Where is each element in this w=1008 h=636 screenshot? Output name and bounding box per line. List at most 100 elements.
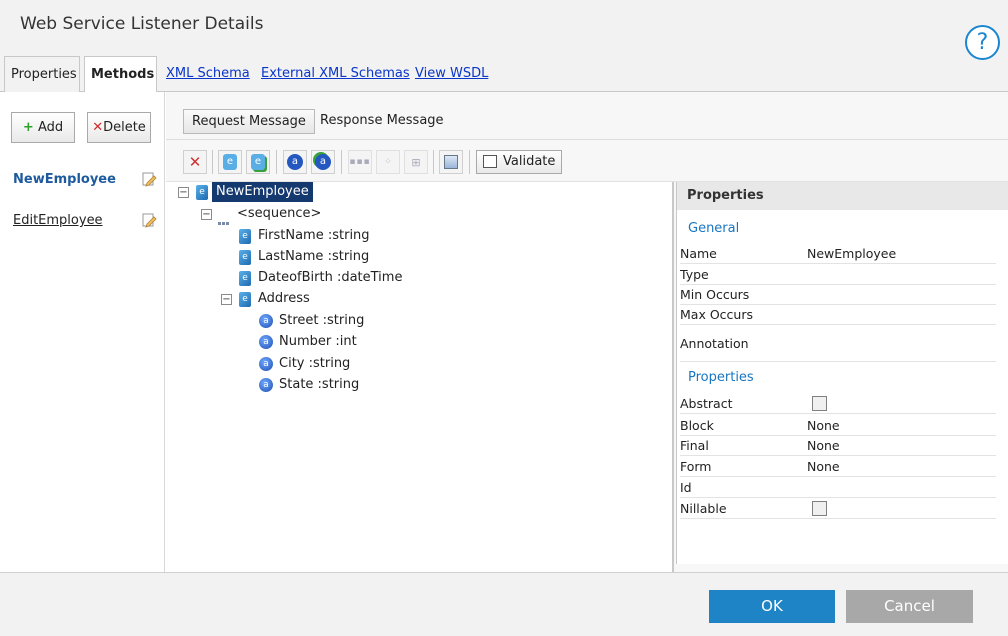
prop-key: Max Occurs bbox=[680, 307, 753, 322]
add-element-icon[interactable]: e bbox=[218, 150, 242, 174]
methods-list-pane: + Add ✕Delete NewEmployee EditEmployee bbox=[0, 92, 165, 572]
element-icon: e bbox=[239, 229, 251, 244]
prop-key: Type bbox=[680, 267, 709, 282]
properties-panel-title: Properties bbox=[677, 182, 1008, 210]
nillable-checkbox[interactable] bbox=[812, 501, 827, 516]
dialog-footer: OK Cancel bbox=[0, 572, 1008, 636]
add-child-attribute-icon[interactable]: a bbox=[311, 150, 335, 174]
collapse-icon[interactable]: − bbox=[221, 294, 232, 305]
tree-node-label: State :string bbox=[279, 377, 360, 392]
add-attribute-icon[interactable]: a bbox=[283, 150, 307, 174]
schema-tree: − e NewEmployee − <sequence> e FirstName… bbox=[166, 182, 674, 572]
prop-value: None bbox=[807, 418, 840, 433]
tab-view-wsdl[interactable]: View WSDL bbox=[409, 56, 494, 92]
plus-icon: + bbox=[22, 120, 34, 135]
abstract-checkbox[interactable] bbox=[812, 396, 827, 411]
message-tabs: Request Message Response Message bbox=[166, 92, 1008, 140]
collapse-icon[interactable]: − bbox=[201, 209, 212, 220]
title-bar: Web Service Listener Details ? bbox=[0, 0, 1008, 60]
delete-x-icon: ✕ bbox=[92, 120, 104, 135]
delete-button[interactable]: ✕Delete bbox=[87, 112, 151, 143]
prop-key: Form bbox=[680, 459, 712, 474]
tree-node-label: City :string bbox=[279, 356, 351, 371]
prop-row-form[interactable]: Form None bbox=[680, 457, 996, 477]
dialog-title: Web Service Listener Details bbox=[20, 14, 264, 34]
prop-key: Abstract bbox=[680, 396, 733, 411]
prop-row-min-occurs[interactable]: Min Occurs bbox=[680, 285, 996, 305]
prop-key: Nillable bbox=[680, 501, 727, 516]
properties-panel: Properties General Name NewEmployee Type … bbox=[676, 182, 1008, 564]
element-icon: e bbox=[239, 292, 251, 307]
prop-row-max-occurs[interactable]: Max Occurs bbox=[680, 305, 996, 325]
tab-request-message[interactable]: Request Message bbox=[183, 109, 315, 134]
element-icon: e bbox=[196, 185, 208, 200]
prop-key: Min Occurs bbox=[680, 287, 750, 302]
tree-node-label: LastName :string bbox=[258, 249, 370, 264]
prop-value: None bbox=[807, 459, 840, 474]
validate-button[interactable]: Validate bbox=[476, 150, 562, 174]
cancel-button[interactable]: Cancel bbox=[846, 590, 973, 623]
validate-icon bbox=[483, 155, 497, 168]
attribute-icon: a bbox=[259, 314, 273, 328]
attribute-icon: a bbox=[259, 378, 273, 392]
prop-row-annotation[interactable]: Annotation bbox=[680, 326, 996, 362]
prop-row-name[interactable]: Name NewEmployee bbox=[680, 244, 996, 264]
tab-external-xml-schemas[interactable]: External XML Schemas bbox=[255, 56, 416, 92]
toolbar-separator bbox=[276, 150, 277, 174]
element-icon: e bbox=[239, 271, 251, 286]
prop-key: Block bbox=[680, 418, 714, 433]
attribute-icon: a bbox=[259, 357, 273, 371]
schema-toolbar: ✕ e e a a ▪▪▪ ⁘ ⊞ Validate bbox=[166, 140, 1008, 182]
section-properties: Properties bbox=[688, 370, 754, 385]
prop-row-abstract[interactable]: Abstract bbox=[680, 394, 996, 414]
tree-node-label: FirstName :string bbox=[258, 228, 370, 243]
add-button[interactable]: + Add bbox=[11, 112, 75, 143]
edit-pencil-icon[interactable] bbox=[141, 171, 157, 187]
prop-value: None bbox=[807, 438, 840, 453]
prop-row-final[interactable]: Final None bbox=[680, 436, 996, 456]
tree-node-label: Address bbox=[258, 291, 310, 306]
collapse-icon[interactable]: − bbox=[178, 187, 189, 198]
tab-label: Properties bbox=[11, 67, 77, 82]
prop-row-nillable[interactable]: Nillable bbox=[680, 499, 996, 519]
choice-icon[interactable]: ⁘ bbox=[376, 150, 400, 174]
validate-button-label: Validate bbox=[503, 154, 556, 169]
method-item-newemployee[interactable]: NewEmployee bbox=[13, 172, 116, 187]
attribute-icon: a bbox=[259, 335, 273, 349]
all-icon[interactable]: ⊞ bbox=[404, 150, 428, 174]
tab-properties[interactable]: Properties bbox=[4, 56, 80, 92]
edit-pencil-icon[interactable] bbox=[141, 212, 157, 228]
element-icon: e bbox=[239, 250, 251, 265]
tree-node-label: <sequence> bbox=[237, 206, 322, 221]
sequence-icon bbox=[218, 212, 232, 225]
tab-label: Methods bbox=[91, 67, 155, 82]
delete-button-label: Delete bbox=[103, 120, 146, 135]
delete-node-icon[interactable]: ✕ bbox=[183, 150, 207, 174]
toolbar-separator bbox=[212, 150, 213, 174]
prop-key: Name bbox=[680, 246, 717, 261]
tree-node-label: Number :int bbox=[279, 334, 357, 349]
add-child-element-icon[interactable]: e bbox=[246, 150, 270, 174]
prop-row-block[interactable]: Block None bbox=[680, 416, 996, 436]
tree-node-label: NewEmployee bbox=[212, 182, 313, 202]
prop-row-type[interactable]: Type bbox=[680, 265, 996, 285]
sequence-icon[interactable]: ▪▪▪ bbox=[348, 150, 372, 174]
properties-panel-icon[interactable] bbox=[439, 150, 463, 174]
tab-methods[interactable]: Methods bbox=[84, 56, 157, 93]
prop-row-id[interactable]: Id bbox=[680, 478, 996, 498]
tab-response-message[interactable]: Response Message bbox=[312, 109, 452, 134]
tab-xml-schema[interactable]: XML Schema bbox=[160, 56, 256, 92]
prop-key: Annotation bbox=[680, 336, 749, 351]
tab-bar: Properties Methods XML Schema External X… bbox=[0, 56, 1008, 93]
toolbar-separator bbox=[433, 150, 434, 174]
add-button-label: Add bbox=[37, 120, 64, 135]
toolbar-separator bbox=[341, 150, 342, 174]
toolbar-separator bbox=[469, 150, 470, 174]
prop-value: NewEmployee bbox=[807, 246, 897, 261]
help-icon[interactable]: ? bbox=[965, 25, 1000, 60]
method-item-editemployee[interactable]: EditEmployee bbox=[13, 213, 103, 228]
section-general: General bbox=[688, 221, 740, 236]
ok-button[interactable]: OK bbox=[709, 590, 835, 623]
tree-node-label: DateofBirth :dateTime bbox=[258, 270, 403, 285]
prop-key: Final bbox=[680, 438, 709, 453]
